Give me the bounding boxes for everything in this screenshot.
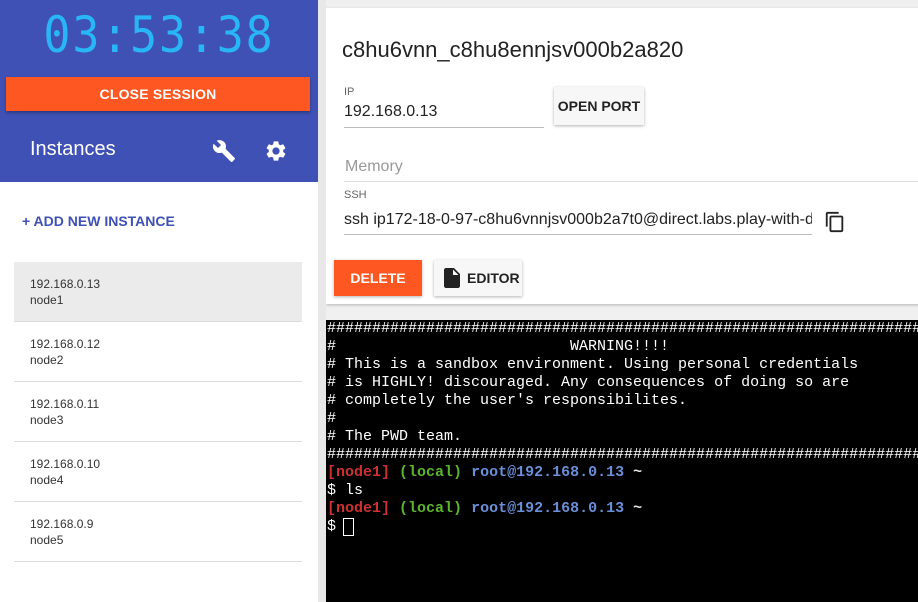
ip-label: IP: [344, 86, 355, 98]
sidebar-divider: [318, 0, 326, 602]
terminal-cursor: [343, 518, 354, 536]
instance-name: node2: [30, 353, 64, 367]
terminal-banner-line: ########################################…: [327, 446, 918, 463]
terminal-command-line: $ ls: [327, 482, 364, 499]
instance-item-node3[interactable]: 192.168.0.11 node3: [14, 382, 302, 442]
terminal-banner-line: # This is a sandbox environment. Using p…: [327, 356, 918, 373]
terminal-banner-line: # completely the user's responsibilites.…: [327, 392, 918, 409]
terminal-banner-line: # is HIGHLY! discouraged. Any consequenc…: [327, 374, 918, 391]
instance-item-node1[interactable]: 192.168.0.13 node1: [14, 262, 302, 322]
prompt-tilde: ~: [633, 464, 643, 481]
open-port-button[interactable]: OPEN PORT: [554, 87, 644, 125]
instance-hostname: c8hu6vnn_c8hu8ennjsv000b2a820: [342, 37, 684, 62]
gear-icon[interactable]: [264, 139, 288, 163]
session-timer: 03:53:38: [43, 6, 275, 64]
instance-name: node4: [30, 473, 64, 487]
instance-ip: 192.168.0.12: [30, 337, 101, 351]
instance-name: node3: [30, 413, 64, 427]
prompt-local: (local): [399, 464, 463, 481]
prompt-host: root@192.168.0.13: [471, 500, 625, 517]
instance-ip: 192.168.0.11: [30, 397, 100, 411]
wrench-icon[interactable]: [212, 139, 236, 163]
terminal-input-line: $: [327, 518, 337, 535]
add-new-instance-link[interactable]: + ADD NEW INSTANCE: [22, 213, 175, 229]
terminal-banner-line: # WARNING!!!! #: [327, 338, 918, 355]
ip-field[interactable]: 192.168.0.13: [344, 103, 544, 128]
instance-ip: 192.168.0.10: [30, 457, 101, 471]
prompt-node: [node1]: [327, 464, 391, 481]
instances-title: Instances: [30, 138, 116, 160]
prompt-tilde: ~: [633, 500, 643, 517]
prompt-local: (local): [399, 500, 463, 517]
ssh-command-field[interactable]: ssh ip172-18-0-97-c8hu6vnnjsv000b2a7t0@d…: [344, 210, 812, 235]
editor-label: EDITOR: [467, 270, 520, 286]
delete-button[interactable]: DELETE: [334, 260, 422, 296]
instance-name: node1: [30, 293, 64, 307]
close-session-button[interactable]: CLOSE SESSION: [6, 77, 310, 111]
instance-item-node2[interactable]: 192.168.0.12 node2: [14, 322, 302, 382]
copy-icon[interactable]: [824, 210, 846, 234]
sidebar: 03:53:38 CLOSE SESSION Instances + ADD N…: [0, 0, 318, 602]
terminal-banner-line: # #: [327, 410, 918, 427]
terminal[interactable]: ########################################…: [326, 320, 918, 602]
prompt-host: root@192.168.0.13: [471, 464, 625, 481]
ssh-label: SSH: [344, 189, 367, 201]
instance-ip: 192.168.0.13: [30, 277, 101, 291]
editor-button[interactable]: EDITOR: [434, 260, 522, 296]
instance-name: node5: [30, 533, 64, 547]
instance-list: 192.168.0.13 node1 192.168.0.12 node2 19…: [14, 262, 302, 562]
terminal-prompt-line: [node1] (local) root@192.168.0.13 ~: [327, 500, 642, 518]
prompt-node: [node1]: [327, 500, 391, 517]
memory-label: Memory: [345, 158, 403, 175]
file-icon: [444, 268, 460, 288]
terminal-banner-line: ########################################…: [327, 320, 918, 337]
memory-divider: [344, 181, 918, 182]
terminal-prompt-line: [node1] (local) root@192.168.0.13 ~: [327, 464, 642, 482]
instance-item-node4[interactable]: 192.168.0.10 node4: [14, 442, 302, 502]
terminal-banner-line: # The PWD team. #: [327, 428, 918, 445]
sidebar-header: 03:53:38 CLOSE SESSION Instances: [0, 0, 318, 182]
instance-ip: 192.168.0.9: [30, 517, 94, 531]
instance-item-node5[interactable]: 192.168.0.9 node5: [14, 502, 302, 562]
